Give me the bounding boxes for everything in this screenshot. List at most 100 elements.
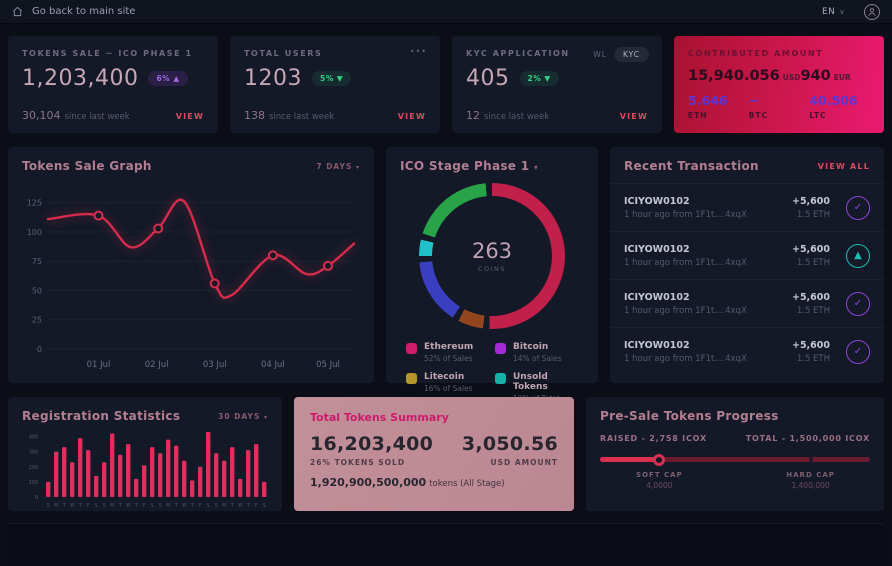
more-options-icon[interactable]: ••• [410, 47, 427, 56]
transaction-id: ICIYOW0102 [624, 244, 766, 255]
svg-text:200: 200 [29, 465, 38, 471]
transaction-meta: 1 hour ago from 1F1t....4xqX [624, 210, 766, 220]
legend-swatch [495, 373, 506, 384]
transaction-meta: 1 hour ago from 1F1t....4xqX [624, 258, 766, 268]
transaction-row[interactable]: ICIYOW0102 1 hour ago from 1F1t....4xqX … [610, 183, 884, 231]
chevron-down-icon: ∨ [839, 8, 845, 16]
transaction-eth: 1.5 ETH [766, 354, 830, 364]
raised-label: RAISED - 2,758 ICOX [600, 434, 707, 443]
back-to-main-site-link[interactable]: Go back to main site [32, 6, 135, 17]
sub-label: since last week [484, 112, 549, 122]
registration-statistics-panel: Registration Statistics 30 DAYS ▾ 0 100 20… [8, 397, 282, 511]
btc-amount: ~ [749, 93, 810, 108]
charts-row: Tokens Sale Graph 7 DAYS ▾ 0255075100125… [8, 147, 884, 383]
legend-swatch [406, 373, 417, 384]
recent-transactions-panel: Recent Transaction VIEW ALL ICIYOW0102 1… [610, 147, 884, 383]
transaction-id: ICIYOW0102 [624, 196, 766, 207]
check-circle-icon[interactable]: ✓ [846, 340, 870, 364]
transaction-row[interactable]: ICIYOW0102 1 hour ago from 1F1t....4xqX … [610, 327, 884, 375]
svg-text:W: W [238, 503, 243, 509]
transaction-meta: 1 hour ago from 1F1t....4xqX [624, 354, 766, 364]
arrow-up-circle-icon[interactable]: ▲ [846, 244, 870, 268]
eur-amount: 940 [800, 68, 830, 84]
transaction-eth: 1.5 ETH [766, 210, 830, 220]
panel-title: Recent Transaction [624, 159, 759, 173]
range-dropdown[interactable]: 30 DAYS ▾ [218, 412, 268, 421]
ico-stage-dropdown[interactable]: ICO Stage Phase 1 ▾ [400, 159, 538, 173]
svg-text:F: F [255, 503, 258, 509]
card-kyc-application: KYC APPLICATION WL KYC 405 2% ▼ 12since … [452, 36, 662, 133]
toggle-kyc[interactable]: KYC [614, 47, 649, 62]
svg-text:01 Jul: 01 Jul [87, 360, 111, 370]
chevron-down-icon: ▾ [264, 414, 268, 421]
svg-text:75: 75 [32, 257, 42, 266]
svg-text:100: 100 [27, 228, 42, 237]
view-link[interactable]: VIEW [398, 112, 426, 121]
svg-text:0: 0 [35, 495, 38, 501]
presale-progress-panel: Pre-Sale Tokens Progress RAISED - 2,758 … [586, 397, 884, 511]
transaction-amount: +5,600 [766, 196, 830, 207]
svg-text:T: T [246, 503, 250, 509]
transaction-row[interactable]: ICIYOW0102 1 hour ago from 1F1t....4xqX … [610, 231, 884, 279]
legend-label: Ethereum [424, 342, 473, 352]
svg-text:S: S [103, 503, 106, 509]
progress-fill [600, 457, 659, 462]
svg-text:300: 300 [29, 450, 38, 456]
tokens-sold-value: 16,203,400 [310, 433, 433, 455]
soft-cap-label: SOFT CAP [614, 471, 704, 479]
usd-amount-label: USD AMOUNT [462, 458, 558, 467]
toggle-wl[interactable]: WL [593, 50, 607, 59]
svg-text:S: S [215, 503, 218, 509]
svg-text:W: W [182, 503, 187, 509]
svg-text:02 Jul: 02 Jul [145, 360, 169, 370]
topbar: Go back to main site EN ∨ [0, 0, 892, 24]
legend-detail: 52% of Sales [424, 354, 473, 363]
user-avatar[interactable] [864, 4, 880, 20]
registration-bar-chart: 0100200300400SMTWTFSSMTWTFSSMTWTFSSMTWTF… [22, 425, 268, 509]
svg-text:400: 400 [29, 435, 38, 441]
footer [8, 523, 884, 566]
legend-detail: 14% of Sales [513, 354, 562, 363]
tokens-sale-line-chart: 025507510012501 Jul02 Jul03 Jul04 Jul05 … [22, 177, 360, 375]
bottom-row: Registration Statistics 30 DAYS ▾ 0 100 20… [8, 397, 884, 511]
legend-item: Bitcoin 14% of Sales [495, 342, 578, 363]
svg-text:S: S [159, 503, 162, 509]
transaction-id: ICIYOW0102 [624, 340, 766, 351]
total-users-value: 1203 [244, 66, 302, 91]
svg-text:S: S [207, 503, 210, 509]
panel-title: Registration Statistics [22, 409, 180, 423]
sub-label: since last week [269, 112, 334, 122]
btc-label: BTC [749, 111, 810, 120]
legend-label: Unsold Tokens [513, 372, 578, 392]
card-title: CONTRIBUTED AMOUNT [688, 49, 870, 58]
chevron-down-icon: ▾ [534, 163, 538, 172]
svg-text:W: W [126, 503, 131, 509]
progress-handle[interactable] [653, 454, 665, 466]
presale-progress-bar: SOFT CAP 4,0000 HARD CAP 1,400,000 [600, 457, 870, 462]
view-link[interactable]: VIEW [620, 112, 648, 121]
svg-text:F: F [199, 503, 202, 509]
svg-text:05 Jul: 05 Jul [316, 360, 340, 370]
language-selector[interactable]: EN ∨ [822, 7, 845, 17]
view-all-link[interactable]: VIEW ALL [818, 162, 870, 171]
ltc-amount: 40.506 [809, 93, 870, 108]
transaction-row[interactable]: ICIYOW0102 1 hour ago from 1F1t....4xqX … [610, 279, 884, 327]
tokens-sale-graph-panel: Tokens Sale Graph 7 DAYS ▾ 0255075100125… [8, 147, 374, 383]
svg-text:F: F [87, 503, 90, 509]
home-icon[interactable] [12, 2, 23, 21]
transaction-eth: 1.5 ETH [766, 306, 830, 316]
svg-text:M: M [166, 503, 170, 509]
check-circle-icon[interactable]: ✓ [846, 196, 870, 220]
usd-unit: USD [783, 73, 801, 82]
svg-text:M: M [54, 503, 58, 509]
svg-text:T: T [62, 503, 66, 509]
panel-title: Tokens Sale Graph [22, 159, 152, 173]
range-dropdown[interactable]: 7 DAYS ▾ [316, 162, 360, 171]
legend-detail: 16% of Sales [424, 384, 473, 393]
view-link[interactable]: VIEW [176, 112, 204, 121]
transaction-id: ICIYOW0102 [624, 292, 766, 303]
legend-swatch [495, 343, 506, 354]
tokens-sold-label: 26% TOKENS SOLD [310, 458, 433, 467]
check-circle-icon[interactable]: ✓ [846, 292, 870, 316]
svg-text:100: 100 [29, 480, 38, 486]
